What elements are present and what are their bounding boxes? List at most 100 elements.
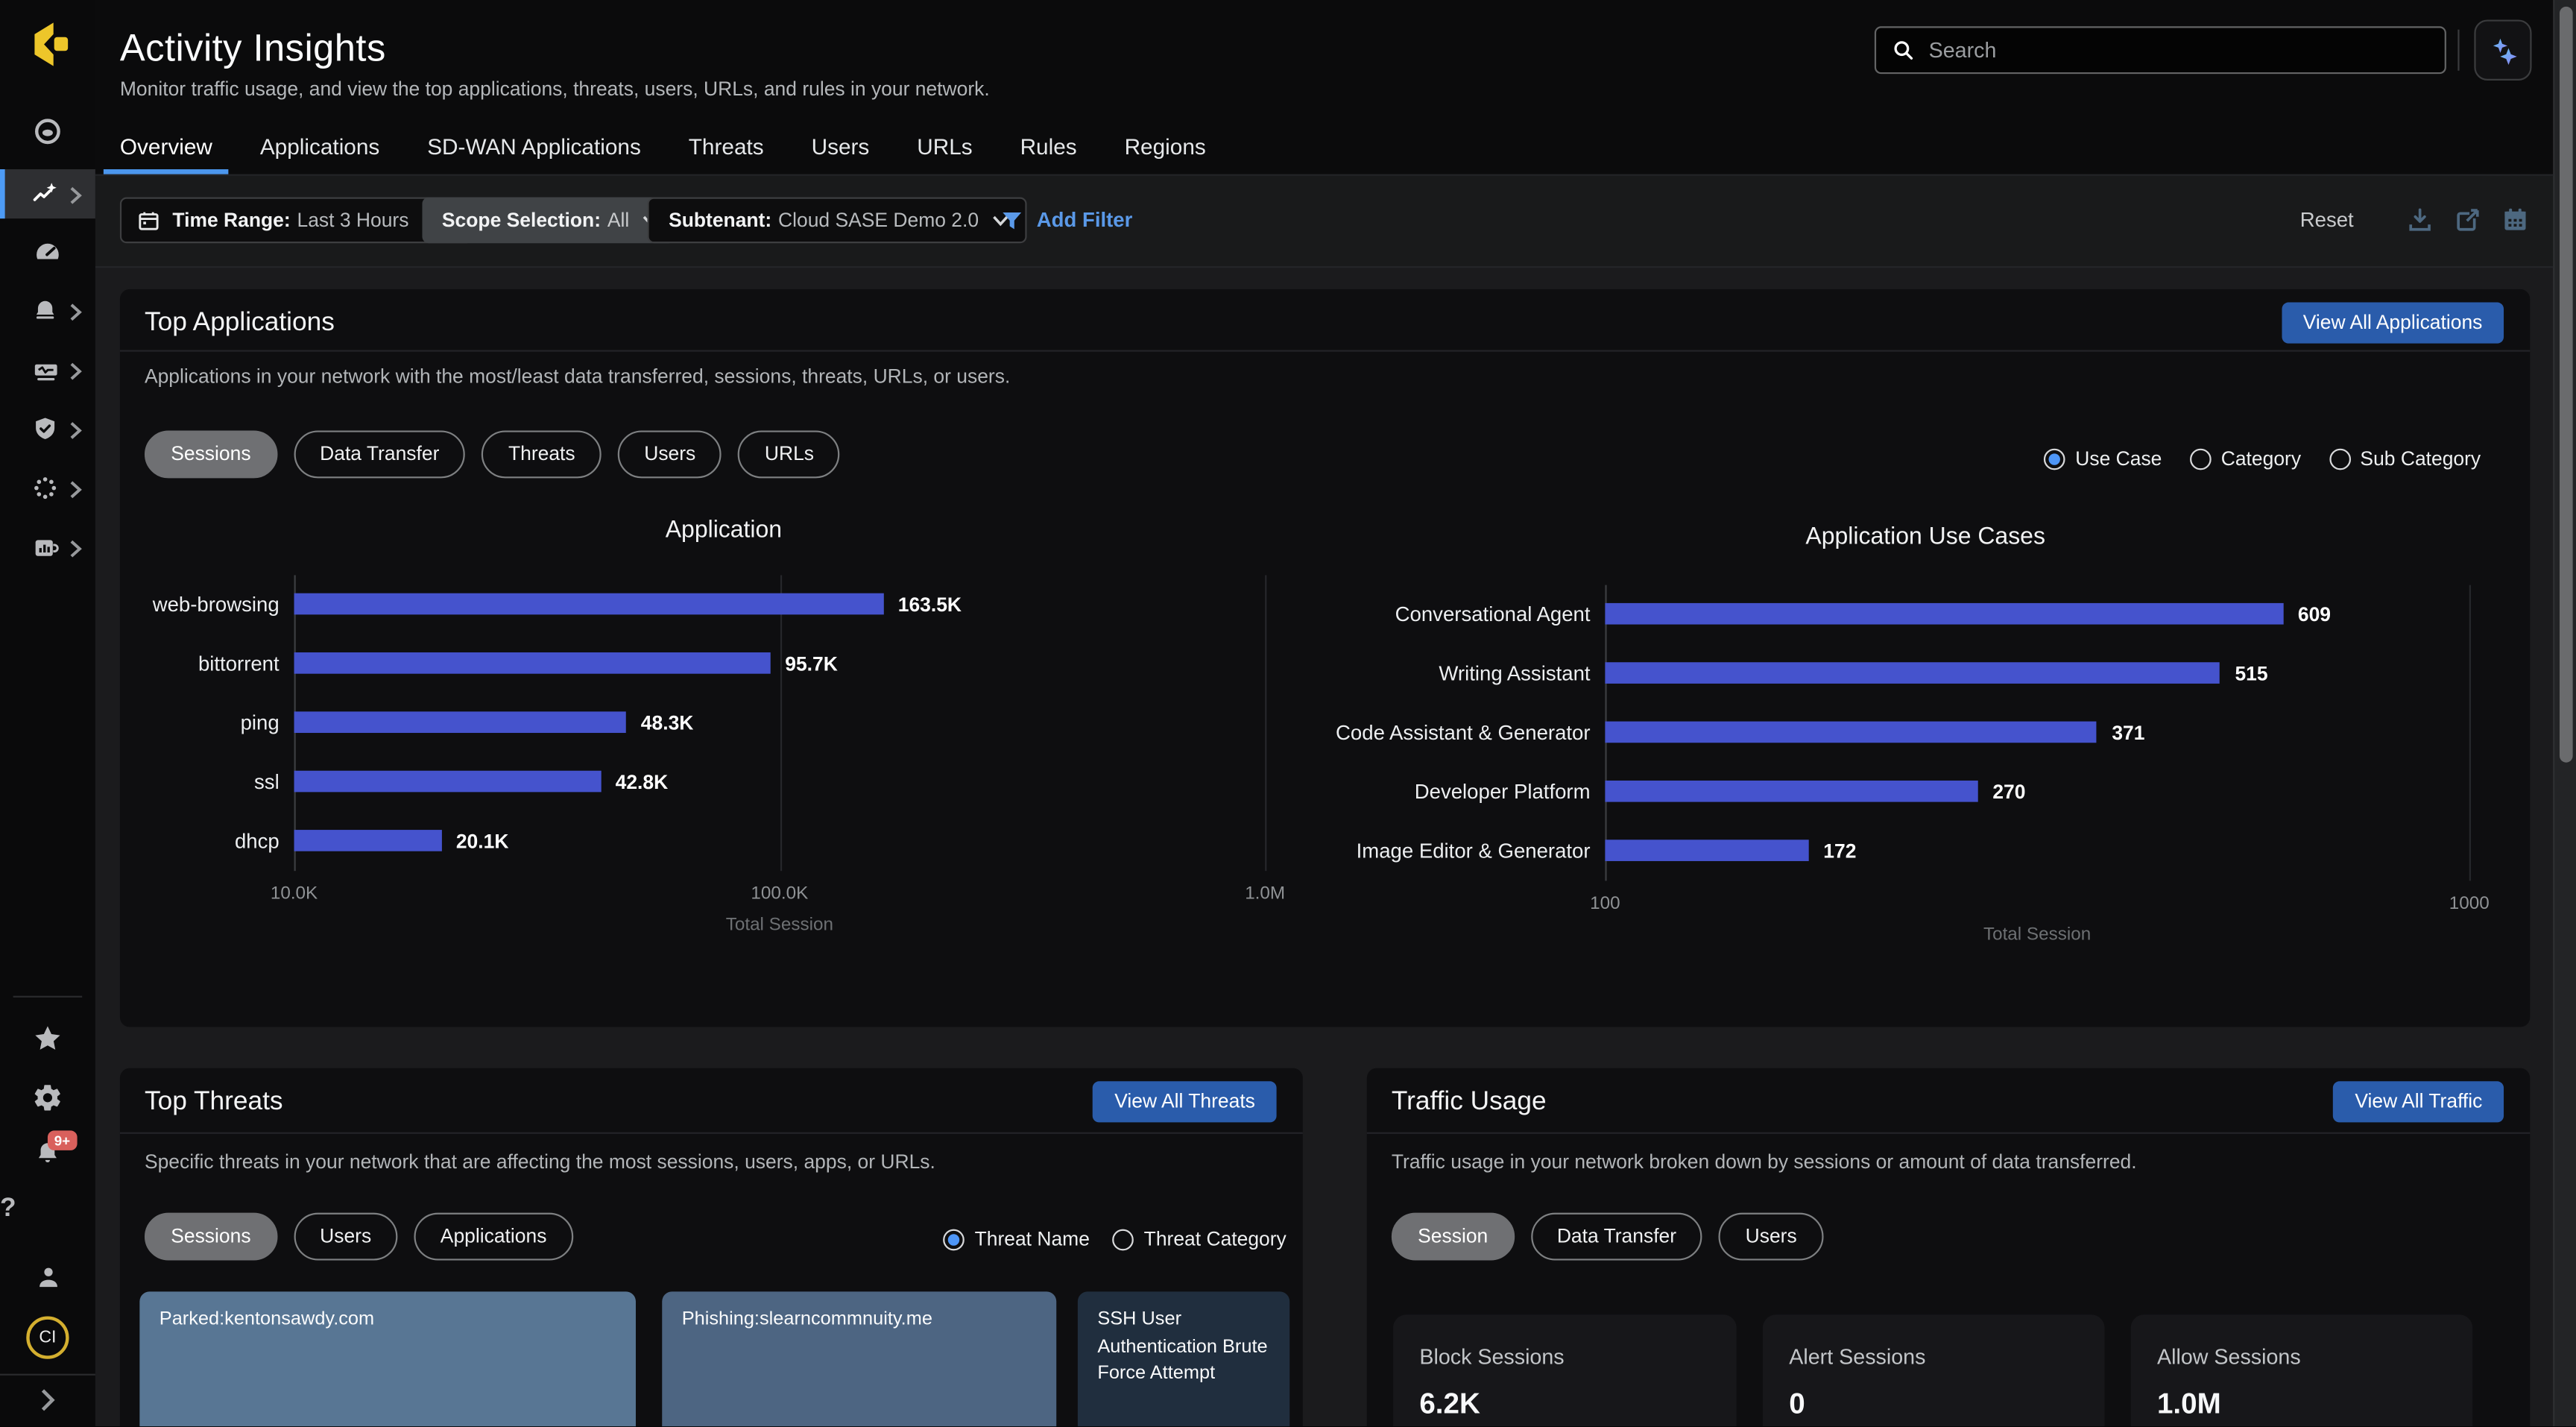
sidebar-item-user[interactable] bbox=[0, 1254, 95, 1300]
sidebar-item-dashboards[interactable] bbox=[0, 228, 95, 274]
chip-data-transfer[interactable]: Data Transfer bbox=[294, 430, 466, 478]
subtenant-dropdown[interactable]: Subtenant: Cloud SASE Demo 2.0 bbox=[647, 197, 1026, 243]
sidebar-item-appliances[interactable] bbox=[0, 347, 95, 393]
app-logo[interactable] bbox=[0, 16, 95, 72]
value-label: 20.1K bbox=[456, 812, 509, 871]
stat-value: 6.2K bbox=[1419, 1387, 1480, 1421]
chip-sessions[interactable]: Sessions bbox=[145, 430, 277, 478]
scope-selection-dropdown[interactable]: Scope Selection: All bbox=[422, 197, 675, 243]
time-range-filter[interactable]: Time Range: Last 3 Hours ✕ bbox=[120, 197, 473, 243]
bar-row: dhcp 20.1K bbox=[145, 812, 1303, 871]
sidebar-item-settings[interactable] bbox=[0, 1074, 95, 1121]
avatar[interactable]: CI bbox=[26, 1316, 69, 1358]
shield-check-icon bbox=[31, 415, 59, 443]
radio-sub-category[interactable]: Sub Category bbox=[2329, 447, 2481, 470]
filter-value: Cloud SASE Demo 2.0 bbox=[778, 209, 979, 232]
chip-users[interactable]: Users bbox=[1719, 1213, 1823, 1261]
value-label: 270 bbox=[1992, 763, 2025, 822]
sidebar-item-favorites[interactable] bbox=[0, 1015, 95, 1062]
tab-regions[interactable]: Regions bbox=[1108, 130, 1222, 174]
sidebar-item-workflows[interactable] bbox=[0, 465, 95, 511]
add-filter-button[interactable]: Add Filter bbox=[1000, 209, 1132, 232]
bar-row: Conversational Agent609 bbox=[1298, 585, 2553, 644]
chip-users[interactable]: Users bbox=[294, 1213, 398, 1261]
treemap-card[interactable]: SSH User Authentication Brute Force Atte… bbox=[1078, 1291, 1289, 1426]
top-header: Activity Insights Monitor traffic usage,… bbox=[95, 0, 2553, 176]
tab-urls[interactable]: URLs bbox=[900, 130, 989, 174]
filter-value: All bbox=[607, 209, 629, 232]
gauge-icon bbox=[32, 236, 63, 267]
search-box[interactable] bbox=[1875, 26, 2446, 74]
chip-users[interactable]: Users bbox=[618, 430, 722, 478]
bar-chart-applications: 10.0K100.0K1.0Mweb-browsing163.5Kbittorr… bbox=[145, 575, 1303, 969]
filter-label: Time Range: bbox=[172, 209, 290, 232]
sidebar-collapse-toggle[interactable] bbox=[0, 1380, 95, 1420]
value-label: 95.7K bbox=[785, 634, 838, 693]
tab-threats[interactable]: Threats bbox=[672, 130, 780, 174]
reset-button[interactable]: Reset bbox=[2300, 209, 2354, 232]
search-input[interactable] bbox=[1929, 38, 2430, 63]
radio-threat-category[interactable]: Threat Category bbox=[1113, 1227, 1287, 1250]
view-all-traffic-button[interactable]: View All Traffic bbox=[2334, 1081, 2504, 1122]
category-label: bittorrent bbox=[145, 634, 280, 693]
scrollbar-track[interactable] bbox=[2553, 0, 2576, 1426]
command-center-icon bbox=[31, 115, 64, 148]
download-icon[interactable] bbox=[2405, 206, 2435, 236]
avatar-initials: CI bbox=[39, 1328, 56, 1347]
calendar-schedule-icon[interactable] bbox=[2501, 206, 2531, 236]
sparkles-icon bbox=[2487, 34, 2519, 66]
radio-category[interactable]: Category bbox=[2190, 447, 2301, 470]
sidebar-item-activity-insights[interactable] bbox=[0, 169, 95, 218]
chip-sessions[interactable]: Sessions bbox=[145, 1213, 277, 1261]
treemap-card[interactable]: Phishing:slearncommnuity.me bbox=[662, 1291, 1056, 1426]
chip-threats[interactable]: Threats bbox=[482, 430, 602, 478]
scrollbar-thumb[interactable] bbox=[2560, 7, 2573, 763]
radio-use-case[interactable]: Use Case bbox=[2044, 447, 2162, 470]
x-tick-label: 1000 bbox=[2449, 894, 2490, 913]
chip-applications[interactable]: Applications bbox=[414, 1213, 573, 1261]
treemap-card[interactable]: Parked:kentonsawdy.com bbox=[139, 1291, 636, 1426]
ai-copilot-button[interactable] bbox=[2474, 19, 2531, 81]
tab-rules[interactable]: Rules bbox=[1004, 130, 1093, 174]
treemap-label: Parked:kentonsawdy.com bbox=[160, 1310, 374, 1329]
sidebar: 9+ ? CI bbox=[0, 0, 95, 1426]
x-tick-label: 100 bbox=[1590, 894, 1620, 913]
sidebar-item-command-center[interactable] bbox=[0, 107, 95, 156]
chip-data-transfer[interactable]: Data Transfer bbox=[1531, 1213, 1703, 1261]
chip-session[interactable]: Session bbox=[1392, 1213, 1515, 1261]
tab-applications[interactable]: Applications bbox=[244, 130, 397, 174]
dotted-circle-icon bbox=[31, 474, 59, 502]
appliance-pulse-icon bbox=[31, 356, 59, 383]
treemap-label: Phishing:slearncommnuity.me bbox=[682, 1310, 932, 1329]
panel-title: Traffic Usage bbox=[1392, 1088, 1547, 1118]
share-icon[interactable] bbox=[2453, 206, 2483, 236]
radio-threat-name[interactable]: Threat Name bbox=[944, 1227, 1090, 1250]
bar-row: Image Editor & Generator172 bbox=[1298, 822, 2553, 881]
bar bbox=[1605, 781, 1977, 802]
tab-users[interactable]: Users bbox=[795, 130, 886, 174]
view-all-threats-button[interactable]: View All Threats bbox=[1093, 1081, 1277, 1122]
grouping-radio-group: Use Case Category Sub Category bbox=[2044, 447, 2481, 470]
bar bbox=[294, 830, 441, 851]
metric-chip-group: Session Data Transfer Users bbox=[1392, 1213, 1823, 1261]
bar-row: Code Assistant & Generator371 bbox=[1298, 703, 2553, 762]
bar-row: ssl42.8K bbox=[145, 752, 1303, 811]
chip-urls[interactable]: URLs bbox=[739, 430, 841, 478]
stat-card-alert-sessions: Alert Sessions 0 bbox=[1763, 1314, 2104, 1426]
sidebar-item-notifications[interactable]: 9+ bbox=[0, 1130, 95, 1176]
radio-icon bbox=[1113, 1229, 1134, 1250]
sidebar-item-reports[interactable] bbox=[0, 524, 95, 570]
category-label: dhcp bbox=[145, 812, 280, 871]
tab-sdwan-applications[interactable]: SD-WAN Applications bbox=[411, 130, 657, 174]
filter-label: Subtenant: bbox=[669, 209, 771, 232]
chevron-right-icon bbox=[40, 1388, 56, 1411]
view-all-applications-button[interactable]: View All Applications bbox=[2282, 303, 2504, 344]
chart-title-application-use-cases: Application Use Cases bbox=[1298, 524, 2553, 550]
x-tick-label: 1.0M bbox=[1245, 884, 1285, 904]
sidebar-item-help[interactable]: ? bbox=[0, 1194, 95, 1241]
tab-overview[interactable]: Overview bbox=[104, 130, 229, 174]
funnel-icon bbox=[1000, 210, 1023, 231]
sidebar-item-security-posture[interactable] bbox=[0, 406, 95, 452]
sidebar-item-alarms[interactable] bbox=[0, 288, 95, 334]
filter-value: Last 3 Hours bbox=[297, 209, 408, 232]
